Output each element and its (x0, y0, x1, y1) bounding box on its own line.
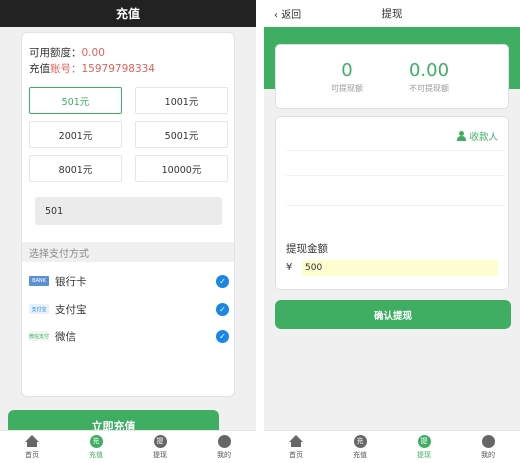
payee-button[interactable]: 收款人 (457, 129, 498, 143)
non-withdrawable-label: 不可提现额 (409, 84, 449, 93)
non-withdrawable-value: 0.00 (408, 60, 450, 81)
bottom-tab-bar: 首页 充 充值 提 提现 我的 (264, 430, 520, 463)
custom-amount-input[interactable]: 501 (35, 197, 222, 225)
tab-label: 提现 (153, 450, 167, 459)
page-title: 提现 (381, 8, 403, 20)
tab-recharge[interactable]: 充 充值 (328, 431, 392, 463)
home-icon (289, 434, 303, 447)
bank-card-icon: BANK (29, 276, 49, 286)
withdraw-icon: 提 (153, 434, 167, 448)
recharge-account-row: 充值账号：15979798334 (29, 61, 234, 77)
back-button[interactable]: ‹ 返回 (274, 6, 301, 21)
pay-method-label: 支付宝 (55, 303, 87, 316)
account-number: 15979798334 (81, 63, 156, 75)
tab-label: 充值 (353, 450, 367, 459)
tab-withdraw[interactable]: 提 提现 (128, 431, 192, 463)
pay-method-label: 银行卡 (55, 275, 87, 288)
divider (286, 205, 504, 206)
page-title: 充值 (115, 7, 140, 21)
amount-option-2001[interactable]: 2001元 (29, 121, 122, 148)
non-withdrawable-stat: 0.00 不可提现额 (384, 60, 474, 94)
alipay-icon: 支付宝 (29, 304, 49, 314)
amount-option-501[interactable]: 501元 (29, 87, 122, 114)
tab-mine[interactable]: 我的 (456, 431, 520, 463)
tab-label: 提现 (417, 450, 431, 459)
check-icon[interactable]: ✓ (216, 274, 229, 288)
pay-method-wechat[interactable]: 微信支付 微信 ✓ (29, 326, 229, 346)
tab-home[interactable]: 首页 (0, 431, 64, 463)
check-icon[interactable]: ✓ (216, 302, 229, 316)
recharge-icon: 充 (89, 434, 103, 448)
available-credit-label: 可用额度： (29, 47, 82, 59)
tab-label: 首页 (289, 450, 303, 459)
recharge-header: 充值 (0, 0, 256, 27)
wechat-icon: 微信支付 (29, 331, 49, 341)
recharge-account-label: 充值 (29, 63, 50, 75)
tab-recharge[interactable]: 充 充值 (64, 431, 128, 463)
recharge-icon: 充 (353, 434, 367, 448)
divider (286, 150, 504, 151)
withdraw-amount-input[interactable]: 500 (302, 260, 498, 276)
amount-option-8001[interactable]: 8001元 (29, 155, 122, 182)
available-credit-value: 0.00 (81, 47, 105, 59)
withdraw-screen: ‹ 返回 提现 0 可提现额 0.00 不可提现额 收款人 提现金额 ¥ 500… (264, 0, 520, 463)
recharge-screen: 充值 可用额度：0.00 充值账号：15979798334 501元 1001元… (0, 0, 256, 463)
pay-method-section-title: 选择支付方式 (22, 242, 234, 262)
available-credit-row: 可用额度：0.00 (29, 45, 234, 61)
tab-label: 充值 (89, 450, 103, 459)
pay-method-alipay[interactable]: 支付宝 支付宝 ✓ (29, 299, 229, 319)
amount-option-1001[interactable]: 1001元 (135, 87, 228, 114)
recharge-card: 可用额度：0.00 充值账号：15979798334 501元 1001元 20… (21, 32, 235, 397)
withdrawable-stat: 0 可提现额 (302, 60, 392, 94)
withdrawable-label: 可提现额 (331, 84, 363, 93)
check-icon[interactable]: ✓ (216, 329, 229, 343)
user-icon (217, 434, 231, 448)
amount-option-10000[interactable]: 10000元 (135, 155, 228, 182)
tab-label: 我的 (217, 450, 231, 459)
amount-option-5001[interactable]: 5001元 (135, 121, 228, 148)
currency-symbol: ¥ (286, 262, 293, 273)
account-info: 可用额度：0.00 充值账号：15979798334 (22, 33, 234, 77)
user-icon (481, 434, 495, 448)
pay-method-bank[interactable]: BANK 银行卡 ✓ (29, 271, 229, 291)
withdraw-amount-label: 提现金额 (286, 243, 328, 255)
bottom-tab-bar: 首页 充 充值 提 提现 我的 (0, 430, 256, 463)
tab-home[interactable]: 首页 (264, 431, 328, 463)
withdraw-form: 收款人 提现金额 ¥ 500 (275, 116, 509, 290)
tab-mine[interactable]: 我的 (192, 431, 256, 463)
tab-label: 首页 (25, 450, 39, 459)
user-icon (457, 131, 467, 141)
home-icon (25, 434, 39, 447)
pay-method-label: 微信 (55, 330, 76, 343)
divider (286, 175, 504, 176)
confirm-withdraw-button[interactable]: 确认提现 (275, 300, 511, 329)
account-number-label: 账号： (50, 63, 82, 75)
balance-card: 0 可提现额 0.00 不可提现额 (275, 44, 509, 109)
tab-label: 我的 (481, 450, 495, 459)
withdraw-icon: 提 (417, 434, 431, 448)
screen-divider (256, 0, 264, 463)
back-label: 返回 (281, 10, 302, 21)
withdraw-header: ‹ 返回 提现 (264, 0, 520, 27)
withdrawable-value: 0 (341, 60, 353, 81)
tab-withdraw[interactable]: 提 提现 (392, 431, 456, 463)
payee-label: 收款人 (469, 132, 498, 143)
